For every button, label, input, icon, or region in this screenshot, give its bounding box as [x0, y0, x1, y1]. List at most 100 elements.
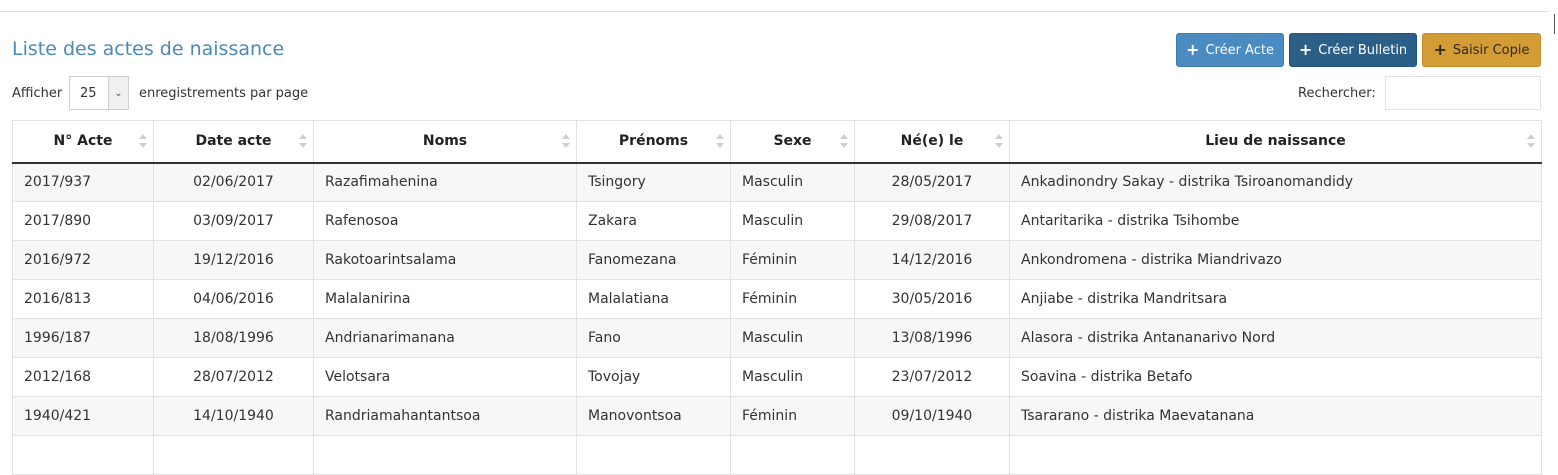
table-row[interactable]: 2017/937 02/06/2017 Razafimahenina Tsingory… [12, 162, 1542, 202]
birth-records-table: N° Acte Date acte Noms Prénoms Sexe Né(e) le L… [12, 120, 1542, 475]
header-label: Né(e) le [900, 133, 964, 150]
sort-icon[interactable] [562, 134, 570, 150]
header-prenoms[interactable]: Prénoms [576, 120, 731, 164]
plus-icon: + [1186, 40, 1200, 59]
cell-noms: Velotsara [313, 357, 577, 397]
sort-icon[interactable] [716, 134, 724, 150]
cell-nee-le: 13/08/1996 [854, 318, 1010, 358]
cell-noms: Rakotoarintsalama [313, 240, 577, 280]
header-sexe[interactable]: Sexe [730, 120, 855, 164]
saisir-copie-button[interactable]: + Saisir Copie [1422, 33, 1541, 67]
cell-nee-le: 29/08/2017 [854, 201, 1010, 241]
sort-icon[interactable] [299, 134, 307, 150]
cell-lieu-naissance: Ankadinondry Sakay - distrika Tsiroanoma… [1009, 162, 1542, 202]
cell-nee-le: 23/07/2012 [854, 357, 1010, 397]
page-length-suffix: enregistrements par page [139, 86, 309, 101]
cell-lieu-naissance: Alasora - distrika Antananarivo Nord [1009, 318, 1542, 358]
sort-icon[interactable] [840, 134, 848, 150]
table-row[interactable]: 2012/168 28/07/2012 Velotsara Tovojay Mascul… [12, 357, 1542, 397]
cell-nee-le: 30/05/2016 [854, 279, 1010, 319]
cell-lieu-naissance: Anjiabe - distrika Mandritsara [1009, 279, 1542, 319]
cell-num-acte: 2017/937 [12, 162, 154, 202]
chevron-down-icon[interactable]: ⌄ [108, 77, 128, 109]
window-edge-mark [1554, 14, 1555, 34]
table-row[interactable]: 1996/187 18/08/1996 Andrianarimanana Fano Ma… [12, 318, 1542, 358]
create-bulletin-button[interactable]: + Créer Bulletin [1289, 33, 1417, 67]
cell-sexe: Féminin [730, 279, 855, 319]
search-input[interactable] [1385, 76, 1541, 110]
cell-sexe: Masculin [730, 357, 855, 397]
page-title: Liste des actes de naissance [12, 38, 285, 60]
cell-date-acte [153, 435, 314, 475]
cell-num-acte: 2012/168 [12, 357, 154, 397]
sort-icon[interactable] [1527, 134, 1535, 150]
header-label: Lieu de naissance [1205, 133, 1346, 150]
cell-sexe: Féminin [730, 396, 855, 436]
create-acte-label: Créer Acte [1205, 42, 1274, 58]
cell-num-acte: 2016/972 [12, 240, 154, 280]
table-row[interactable] [12, 435, 1542, 475]
header-noms[interactable]: Noms [313, 120, 577, 164]
header-date-acte[interactable]: Date acte [153, 120, 314, 164]
search-label: Rechercher: [1298, 86, 1376, 101]
cell-prenoms: Tsingory [576, 162, 731, 202]
cell-prenoms [576, 435, 731, 475]
header-label: N° Acte [53, 133, 113, 150]
cell-num-acte: 2016/813 [12, 279, 154, 319]
cell-date-acte: 19/12/2016 [153, 240, 314, 280]
cell-lieu-naissance: Tsararano - distrika Maevatanana [1009, 396, 1542, 436]
header-num-acte[interactable]: N° Acte [12, 120, 154, 164]
cell-sexe [730, 435, 855, 475]
header-nee-le[interactable]: Né(e) le [854, 120, 1010, 164]
cell-num-acte [12, 435, 154, 475]
top-navbar [0, 0, 1548, 12]
cell-noms: Randriamahantantsoa [313, 396, 577, 436]
cell-num-acte: 1940/421 [12, 396, 154, 436]
plus-icon: + [1298, 40, 1313, 59]
table-row[interactable]: 2016/972 19/12/2016 Rakotoarintsalama Fanom… [12, 240, 1542, 280]
page-length-value: 25 [80, 85, 97, 101]
plus-icon: + [1433, 40, 1447, 59]
header-lieu-naissance[interactable]: Lieu de naissance [1009, 120, 1542, 164]
cell-date-acte: 03/09/2017 [153, 201, 314, 241]
cell-noms: Razafimahenina [313, 162, 577, 202]
table-row[interactable]: 2017/890 03/09/2017 Rafenosoa Zakara Masculi… [12, 201, 1542, 241]
cell-nee-le [854, 435, 1010, 475]
cell-date-acte: 04/06/2016 [153, 279, 314, 319]
table-row[interactable]: 2016/813 04/06/2016 Malalanirina Malalatian… [12, 279, 1542, 319]
cell-lieu-naissance: Ankondromena - distrika Miandrivazo [1009, 240, 1542, 280]
cell-noms [313, 435, 577, 475]
page-length-select[interactable]: 25 ⌄ [69, 76, 129, 110]
table-row[interactable]: 1940/421 14/10/1940 Randriamahantantsoa Man… [12, 396, 1542, 436]
cell-prenoms: Malalatiana [576, 279, 731, 319]
cell-date-acte: 28/07/2012 [153, 357, 314, 397]
cell-prenoms: Fano [576, 318, 731, 358]
sort-icon[interactable] [139, 134, 147, 150]
cell-prenoms: Fanomezana [576, 240, 731, 280]
cell-date-acte: 18/08/1996 [153, 318, 314, 358]
cell-prenoms: Tovojay [576, 357, 731, 397]
cell-sexe: Masculin [730, 201, 855, 241]
page-length-label: Afficher [12, 86, 63, 101]
cell-noms: Malalanirina [313, 279, 577, 319]
cell-num-acte: 2017/890 [12, 201, 154, 241]
cell-sexe: Féminin [730, 240, 855, 280]
header-label: Sexe [773, 133, 812, 150]
table-header-row: N° Acte Date acte Noms Prénoms Sexe Né(e) le L… [12, 120, 1542, 164]
cell-num-acte: 1996/187 [12, 318, 154, 358]
sort-icon[interactable] [995, 134, 1003, 150]
cell-lieu-naissance: Soavina - distrika Betafo [1009, 357, 1542, 397]
cell-sexe: Masculin [730, 162, 855, 202]
cell-nee-le: 09/10/1940 [854, 396, 1010, 436]
cell-date-acte: 02/06/2017 [153, 162, 314, 202]
cell-date-acte: 14/10/1940 [153, 396, 314, 436]
cell-nee-le: 28/05/2017 [854, 162, 1010, 202]
cell-prenoms: Manovontsoa [576, 396, 731, 436]
saisir-copie-label: Saisir Copie [1452, 42, 1530, 58]
create-bulletin-label: Créer Bulletin [1318, 42, 1408, 58]
create-acte-button[interactable]: + Créer Acte [1176, 33, 1284, 67]
cell-sexe: Masculin [730, 318, 855, 358]
cell-prenoms: Zakara [576, 201, 731, 241]
header-label: Date acte [195, 133, 272, 150]
cell-nee-le: 14/12/2016 [854, 240, 1010, 280]
